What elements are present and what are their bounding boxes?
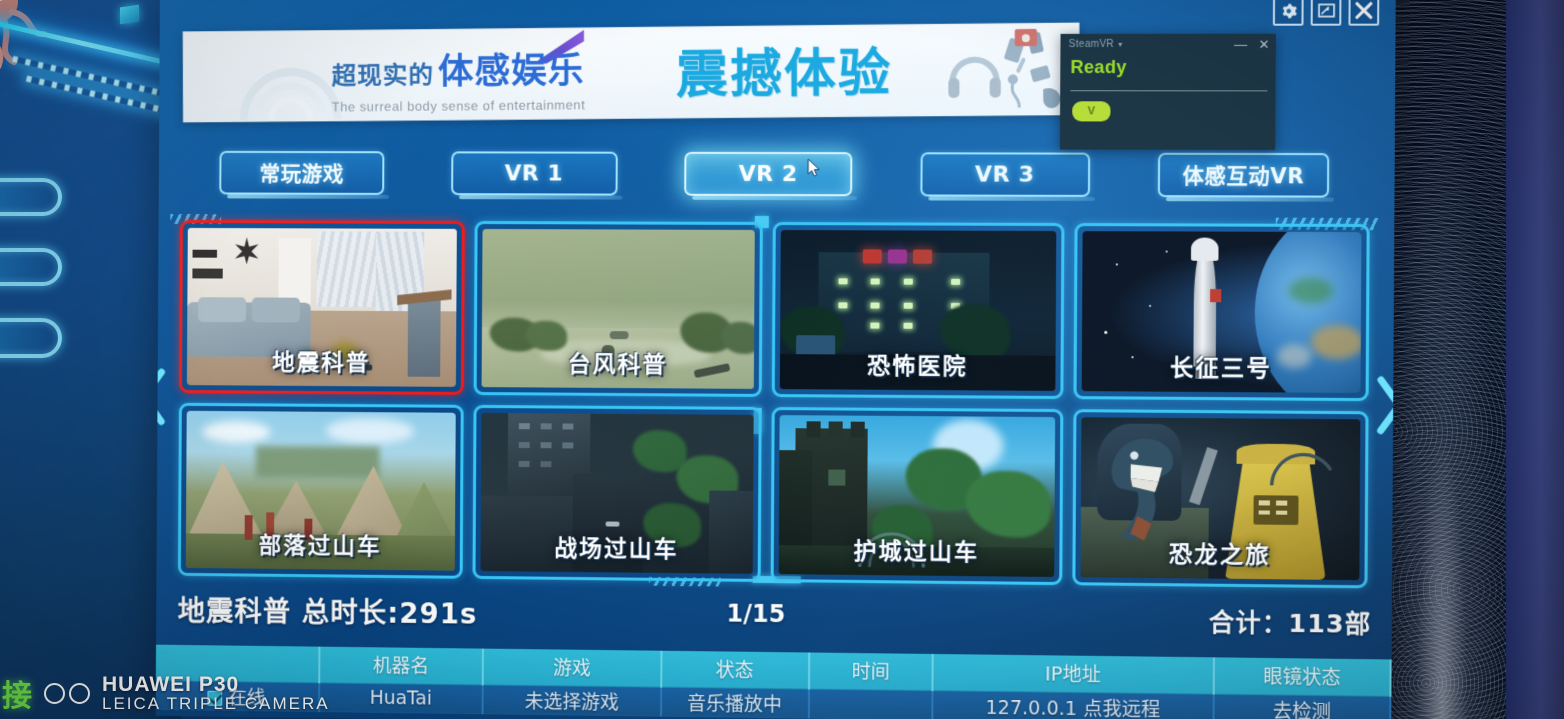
tab-label: VR 2 bbox=[738, 161, 798, 187]
steamvr-titlebar[interactable]: SteamVR ▾ — ✕ bbox=[1060, 34, 1275, 54]
cell-glasses[interactable]: 去检测 bbox=[1213, 693, 1391, 719]
col-game[interactable]: 游戏 bbox=[483, 648, 661, 687]
game-title: 护城过山车 bbox=[853, 538, 980, 567]
game-thumbnail: 恐怖医院 bbox=[779, 230, 1057, 391]
col-glasses[interactable]: 眼镜状态 bbox=[1213, 657, 1391, 696]
tab-label: 体感互动VR bbox=[1182, 163, 1305, 189]
banner-small-text: 超现实的 bbox=[331, 60, 435, 91]
application-screen: 超现实的 体感娱乐 The surreal body sense of ente… bbox=[155, 0, 1396, 719]
machines-table: 机器名 游戏 状态 时间 IP地址 眼镜状态 在线 HuaTai 未选择游戏 音… bbox=[155, 644, 1392, 719]
game-thumbnail: 战场过山车 bbox=[480, 412, 754, 574]
ceiling-cube-decor bbox=[120, 4, 139, 25]
window-controls bbox=[1272, 0, 1380, 26]
next-page-arrow[interactable] bbox=[1377, 376, 1396, 435]
col-time[interactable]: 时间 bbox=[808, 652, 933, 691]
game-thumbnail: 部落过山车 bbox=[185, 410, 456, 571]
col-ip[interactable]: IP地址 bbox=[932, 653, 1215, 694]
game-tile-long-march-3[interactable]: 长征三号 bbox=[1073, 223, 1370, 402]
category-tabs: 常玩游戏 VR 1 VR 2 VR 3 体感互动VR bbox=[219, 145, 1330, 204]
game-title: 台风科普 bbox=[567, 351, 668, 379]
steamvr-title: SteamVR bbox=[1068, 38, 1115, 50]
tab-vr3[interactable]: VR 3 bbox=[919, 152, 1090, 197]
game-thumbnail: 护城过山车 bbox=[778, 415, 1056, 577]
gear-icon bbox=[1282, 3, 1297, 18]
close-button[interactable] bbox=[1348, 0, 1380, 26]
game-tile-tribe-coaster[interactable]: 部落过山车 bbox=[177, 402, 464, 579]
steamvr-minimize-button[interactable]: — bbox=[1234, 36, 1247, 51]
game-title: 部落过山车 bbox=[258, 533, 382, 561]
total-count: 合计：113部 bbox=[1208, 607, 1372, 639]
game-tile-castle-coaster[interactable]: 护城过山车 bbox=[770, 407, 1064, 586]
camera-lens-icon bbox=[44, 682, 90, 704]
vr-equipment-icons bbox=[946, 31, 1061, 115]
game-thumbnail: 地震科普 bbox=[186, 227, 457, 387]
wall-arc-3 bbox=[0, 318, 62, 358]
steamvr-status: Ready bbox=[1070, 57, 1127, 78]
page-indicator[interactable]: 1/15 bbox=[726, 600, 785, 629]
cell-time bbox=[808, 688, 933, 719]
watermark-camera: LEICA TRIPLE CAMERA bbox=[102, 694, 330, 714]
steamvr-window[interactable]: SteamVR ▾ — ✕ Ready V bbox=[1059, 33, 1276, 150]
status-bar: 地震科普 总时长:291s 1/15 合计：113部 bbox=[156, 583, 1392, 651]
screen-icon bbox=[1317, 3, 1334, 17]
game-grid: 地震科普 台风科普 恐怖医院 长征三号 部落过山车 战场过山车 护城过山车 恐龙… bbox=[177, 220, 1370, 589]
game-title: 恐怖医院 bbox=[867, 353, 968, 381]
steamvr-device-badge[interactable]: V bbox=[1072, 101, 1111, 122]
wall-arc-2 bbox=[0, 248, 62, 286]
game-title: 恐龙之旅 bbox=[1168, 541, 1271, 570]
mouse-cursor-icon bbox=[807, 158, 820, 177]
banner-big-text: 震撼体验 bbox=[675, 43, 893, 106]
camera-chip-icon bbox=[1014, 28, 1037, 47]
arc-decor bbox=[1242, 425, 1360, 493]
bezel-textured-panel bbox=[1376, 0, 1508, 719]
tab-motion-interactive-vr[interactable]: 体感互动VR bbox=[1157, 152, 1330, 198]
watermark-device: HUAWEI P30 bbox=[102, 672, 240, 696]
game-tile-typhoon[interactable]: 台风科普 bbox=[473, 221, 763, 397]
wall-green-glyph: 接 bbox=[2, 679, 32, 714]
wall-arc-1 bbox=[0, 178, 62, 216]
banner-arc-decor bbox=[236, 36, 344, 122]
game-thumbnail: 恐龙之旅 bbox=[1080, 417, 1361, 581]
tab-vr2[interactable]: VR 2 bbox=[684, 151, 853, 197]
tab-label: 常玩游戏 bbox=[259, 161, 344, 186]
cell-state: 音乐播放中 bbox=[660, 686, 809, 719]
selected-game-duration: 地震科普 总时长:291s bbox=[177, 594, 478, 631]
game-tile-earthquake[interactable]: 地震科普 bbox=[179, 220, 465, 395]
col-state[interactable]: 状态 bbox=[660, 650, 809, 689]
game-tile-horror-hospital[interactable]: 恐怖医院 bbox=[771, 222, 1065, 400]
banner-device-icons bbox=[946, 27, 1071, 115]
game-tile-dinosaur-journey[interactable]: 恐龙之旅 bbox=[1072, 409, 1369, 589]
banner-english-subtitle: The surreal body sense of entertainment bbox=[331, 97, 586, 115]
camera-watermark: HUAWEI P30 LEICA TRIPLE CAMERA bbox=[44, 672, 330, 714]
bezel-outer-edge bbox=[1506, 0, 1564, 719]
room-wall-left: 接 bbox=[0, 0, 182, 719]
cell-machine: HuaTai bbox=[318, 682, 484, 715]
game-title: 长征三号 bbox=[1169, 355, 1272, 383]
steamvr-divider bbox=[1070, 90, 1268, 92]
tab-label: VR 1 bbox=[504, 160, 564, 186]
kiosk-bezel-right bbox=[1368, 0, 1564, 719]
wall-star-decor bbox=[234, 237, 259, 265]
kiosk-photo: 接 超现实的 体感娱乐 The surreal body sense of en… bbox=[0, 0, 1564, 719]
game-title: 战场过山车 bbox=[554, 535, 679, 564]
game-title: 地震科普 bbox=[272, 350, 371, 377]
game-tile-battlefield-coaster[interactable]: 战场过山车 bbox=[472, 404, 762, 582]
cell-game: 未选择游戏 bbox=[482, 684, 661, 717]
settings-button[interactable] bbox=[1272, 0, 1304, 26]
close-icon bbox=[1355, 1, 1374, 19]
prev-page-arrow[interactable] bbox=[156, 368, 166, 426]
bezel-grain bbox=[1376, 0, 1508, 719]
chevron-down-icon[interactable]: ▾ bbox=[1118, 39, 1122, 48]
cell-ip[interactable]: 127.0.0.1 点我远程 bbox=[932, 690, 1214, 719]
banner-text-block: 超现实的 体感娱乐 The surreal body sense of ente… bbox=[332, 41, 586, 114]
tab-vr1[interactable]: VR 1 bbox=[450, 151, 618, 196]
minimize-button[interactable] bbox=[1310, 0, 1342, 26]
steamvr-close-button[interactable]: ✕ bbox=[1259, 36, 1270, 51]
game-thumbnail: 台风科普 bbox=[481, 228, 755, 389]
tab-label: VR 3 bbox=[974, 161, 1035, 188]
game-thumbnail: 长征三号 bbox=[1081, 231, 1362, 393]
tab-frequent-games[interactable]: 常玩游戏 bbox=[219, 150, 385, 195]
promo-banner: 超现实的 体感娱乐 The surreal body sense of ente… bbox=[182, 22, 1080, 123]
col-machine[interactable]: 机器名 bbox=[318, 646, 484, 685]
